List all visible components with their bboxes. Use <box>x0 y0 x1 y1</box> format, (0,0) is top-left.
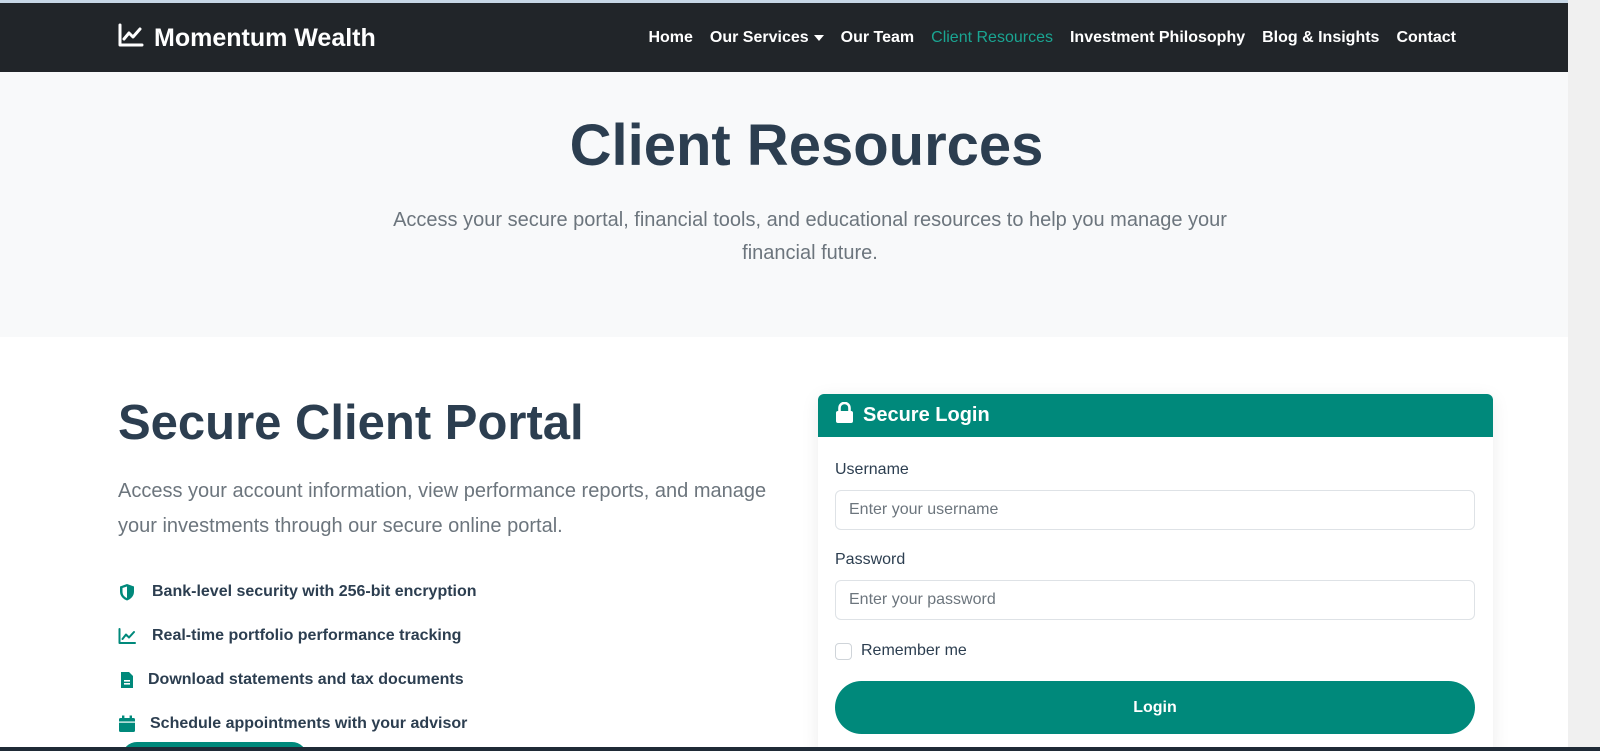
feature-item: Real-time portfolio performance tracking <box>118 614 477 658</box>
nav-link-client-resources[interactable]: Client Resources <box>931 29 1053 47</box>
hero-subtitle: Access your secure portal, financial too… <box>393 209 1227 264</box>
login-card-header: Secure Login <box>818 394 1493 437</box>
hero-section: Client Resources Access your secure port… <box>0 72 1568 337</box>
feature-item: Bank-level security with 256-bit encrypt… <box>118 570 477 614</box>
password-input[interactable] <box>835 580 1475 620</box>
login-card-title: Secure Login <box>863 404 990 426</box>
feature-list: Bank-level security with 256-bit encrypt… <box>118 570 477 746</box>
file-icon <box>118 671 148 689</box>
login-card: Secure Login Username Password Remember … <box>818 394 1493 751</box>
feature-text: Bank-level security with 256-bit encrypt… <box>152 583 477 600</box>
feature-text: Schedule appointments with your advisor <box>150 715 468 732</box>
brand-logo-link[interactable]: Momentum Wealth <box>118 23 376 54</box>
nav-link-blog-insights[interactable]: Blog & Insights <box>1262 29 1379 47</box>
feature-text: Real-time portfolio performance tracking <box>152 627 462 644</box>
nav-links: Home Our Services Our Team Client Resour… <box>648 29 1456 47</box>
login-button[interactable]: Login <box>835 681 1475 734</box>
lock-icon <box>835 401 854 429</box>
username-input[interactable] <box>835 490 1475 530</box>
page-title: Client Resources <box>569 113 1044 178</box>
nav-link-our-team[interactable]: Our Team <box>841 29 915 47</box>
login-card-body: Username Password Remember me Login <box>818 461 1493 734</box>
taskbar-strip <box>0 747 1600 751</box>
password-label: Password <box>835 551 906 568</box>
username-label: Username <box>835 461 909 478</box>
caret-down-icon <box>813 35 824 41</box>
page-scrollbar[interactable] <box>1568 0 1600 751</box>
nav-link-investment-philosophy[interactable]: Investment Philosophy <box>1070 29 1245 47</box>
nav-link-our-services[interactable]: Our Services <box>710 29 824 47</box>
nav-link-contact[interactable]: Contact <box>1396 29 1456 47</box>
shield-icon <box>118 583 152 601</box>
feature-item: Download statements and tax documents <box>118 658 477 702</box>
remember-me-label[interactable]: Remember me <box>861 642 967 660</box>
chart-line-icon <box>118 627 152 645</box>
nav-link-our-services-label: Our Services <box>709 29 809 46</box>
feature-text: Download statements and tax documents <box>148 671 464 688</box>
portal-title: Secure Client Portal <box>118 396 584 450</box>
calendar-icon <box>118 715 150 733</box>
feature-item: Schedule appointments with your advisor <box>118 702 477 746</box>
remember-me-checkbox[interactable] <box>835 642 852 660</box>
brand-name: Momentum Wealth <box>154 24 376 52</box>
remember-me-row: Remember me <box>835 642 1476 660</box>
nav-link-home[interactable]: Home <box>648 29 692 47</box>
chart-line-icon <box>118 23 144 54</box>
portal-description: Access your account information, view pe… <box>118 480 767 537</box>
top-navbar: Momentum Wealth Home Our Services Our Te… <box>0 0 1568 72</box>
